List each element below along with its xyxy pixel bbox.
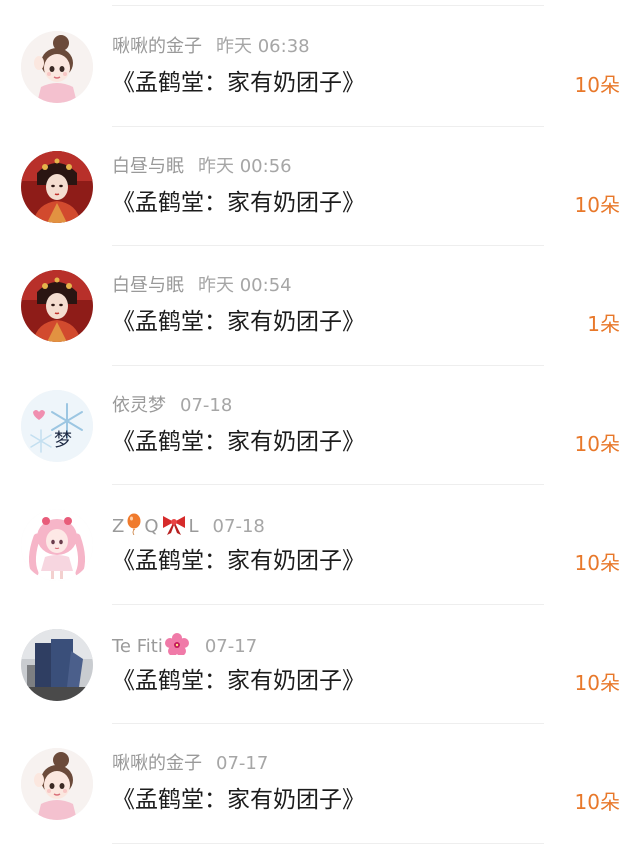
gift-amount: 10朵: [574, 431, 620, 456]
avatar-pink-hair-girl-icon: [21, 509, 93, 581]
avatar[interactable]: [21, 31, 93, 103]
avatar[interactable]: [21, 509, 93, 581]
list-item[interactable]: 啾啾的金子 07-17 《孟鹤堂：家有奶团子》 10朵: [0, 724, 640, 844]
avatar-red-costume-icon: [21, 150, 93, 223]
username[interactable]: 白昼与眠: [112, 156, 184, 177]
list-item[interactable]: Z Q L 07-18 《孟鹤堂：家有奶团子》 10朵: [0, 485, 640, 605]
ribbon-emoji-icon: [162, 516, 185, 535]
list-item[interactable]: 白昼与眠 昨天 00:54 《孟鹤堂：家有奶团子》 1朵: [0, 246, 640, 366]
work-title[interactable]: 《孟鹤堂：家有奶团子》: [112, 665, 365, 697]
list-item[interactable]: 白昼与眠 昨天 00:56 《孟鹤堂：家有奶团子》 10朵: [0, 127, 640, 247]
gift-amount: 10朵: [574, 551, 620, 575]
work-title[interactable]: 《孟鹤堂：家有奶团子》: [112, 545, 365, 577]
avatar-text: 梦: [54, 430, 72, 451]
username-part: L: [188, 516, 199, 537]
list-item[interactable]: 梦 依灵梦 07-18 《孟鹤堂：家有奶团子》 10朵: [0, 366, 640, 486]
username[interactable]: Te Fiti: [112, 632, 191, 657]
username[interactable]: 啾啾的金子: [112, 36, 202, 57]
work-title[interactable]: 《孟鹤堂：家有奶团子》: [112, 784, 365, 816]
hibiscus-emoji-icon: [164, 632, 189, 655]
list-item[interactable]: 啾啾的金子 昨天 06:38 《孟鹤堂：家有奶团子》 10朵: [0, 7, 640, 127]
meta-line: 白昼与眠 昨天 00:56: [112, 155, 292, 179]
gift-amount: 10朵: [574, 670, 620, 695]
avatar[interactable]: 梦: [21, 389, 93, 462]
avatar-clothes-photo-icon: [21, 628, 93, 701]
list-item[interactable]: Te Fiti 07-17 《孟鹤堂：家有奶团子》 10朵: [0, 605, 640, 725]
timestamp: 昨天 06:38: [216, 36, 310, 57]
gift-amount: 10朵: [574, 192, 620, 217]
work-title[interactable]: 《孟鹤堂：家有奶团子》: [112, 306, 365, 338]
meta-line: Z Q L 07-18: [112, 513, 265, 537]
gift-amount: 10朵: [574, 790, 620, 814]
username[interactable]: ZQ L: [112, 513, 199, 537]
meta-line: 啾啾的金子 07-17: [112, 752, 268, 776]
timestamp: 07-17: [204, 635, 258, 657]
work-title[interactable]: 《孟鹤堂：家有奶团子》: [112, 67, 365, 99]
timestamp: 07-18: [212, 516, 265, 537]
avatar-snowflake-meng-icon: 梦: [21, 389, 93, 462]
list-top-divider: [112, 5, 544, 6]
balloon-emoji-icon: [127, 513, 141, 535]
timestamp: 昨天 00:56: [198, 155, 292, 177]
avatar-red-costume-icon: [21, 270, 93, 342]
meta-line: Te Fiti 07-17: [112, 632, 258, 657]
avatar[interactable]: [21, 748, 93, 820]
work-title[interactable]: 《孟鹤堂：家有奶团子》: [112, 426, 365, 458]
meta-line: 白昼与眠 昨天 00:54: [112, 274, 292, 298]
username-part: Q: [144, 516, 159, 537]
avatar[interactable]: [21, 150, 93, 223]
gift-list: 啾啾的金子 昨天 06:38 《孟鹤堂：家有奶团子》 10朵 白昼与眠 昨天 0…: [0, 7, 640, 844]
username-part: Z: [112, 516, 125, 537]
gift-amount: 1朵: [587, 312, 620, 336]
avatar[interactable]: [21, 628, 93, 701]
meta-line: 啾啾的金子 昨天 06:38: [112, 35, 310, 59]
timestamp: 昨天 00:54: [198, 275, 292, 296]
avatar[interactable]: [21, 270, 93, 342]
avatar-girl-bun-icon: [21, 748, 93, 820]
meta-line: 依灵梦 07-18: [112, 394, 232, 418]
timestamp: 07-17: [216, 753, 269, 774]
work-title[interactable]: 《孟鹤堂：家有奶团子》: [112, 187, 365, 219]
username[interactable]: 啾啾的金子: [112, 753, 202, 774]
username-part: Te Fiti: [112, 635, 163, 657]
username[interactable]: 白昼与眠: [112, 275, 184, 296]
username[interactable]: 依灵梦: [112, 395, 166, 416]
avatar-girl-bun-icon: [21, 31, 93, 103]
gift-amount: 10朵: [574, 73, 620, 97]
timestamp: 07-18: [180, 394, 233, 416]
